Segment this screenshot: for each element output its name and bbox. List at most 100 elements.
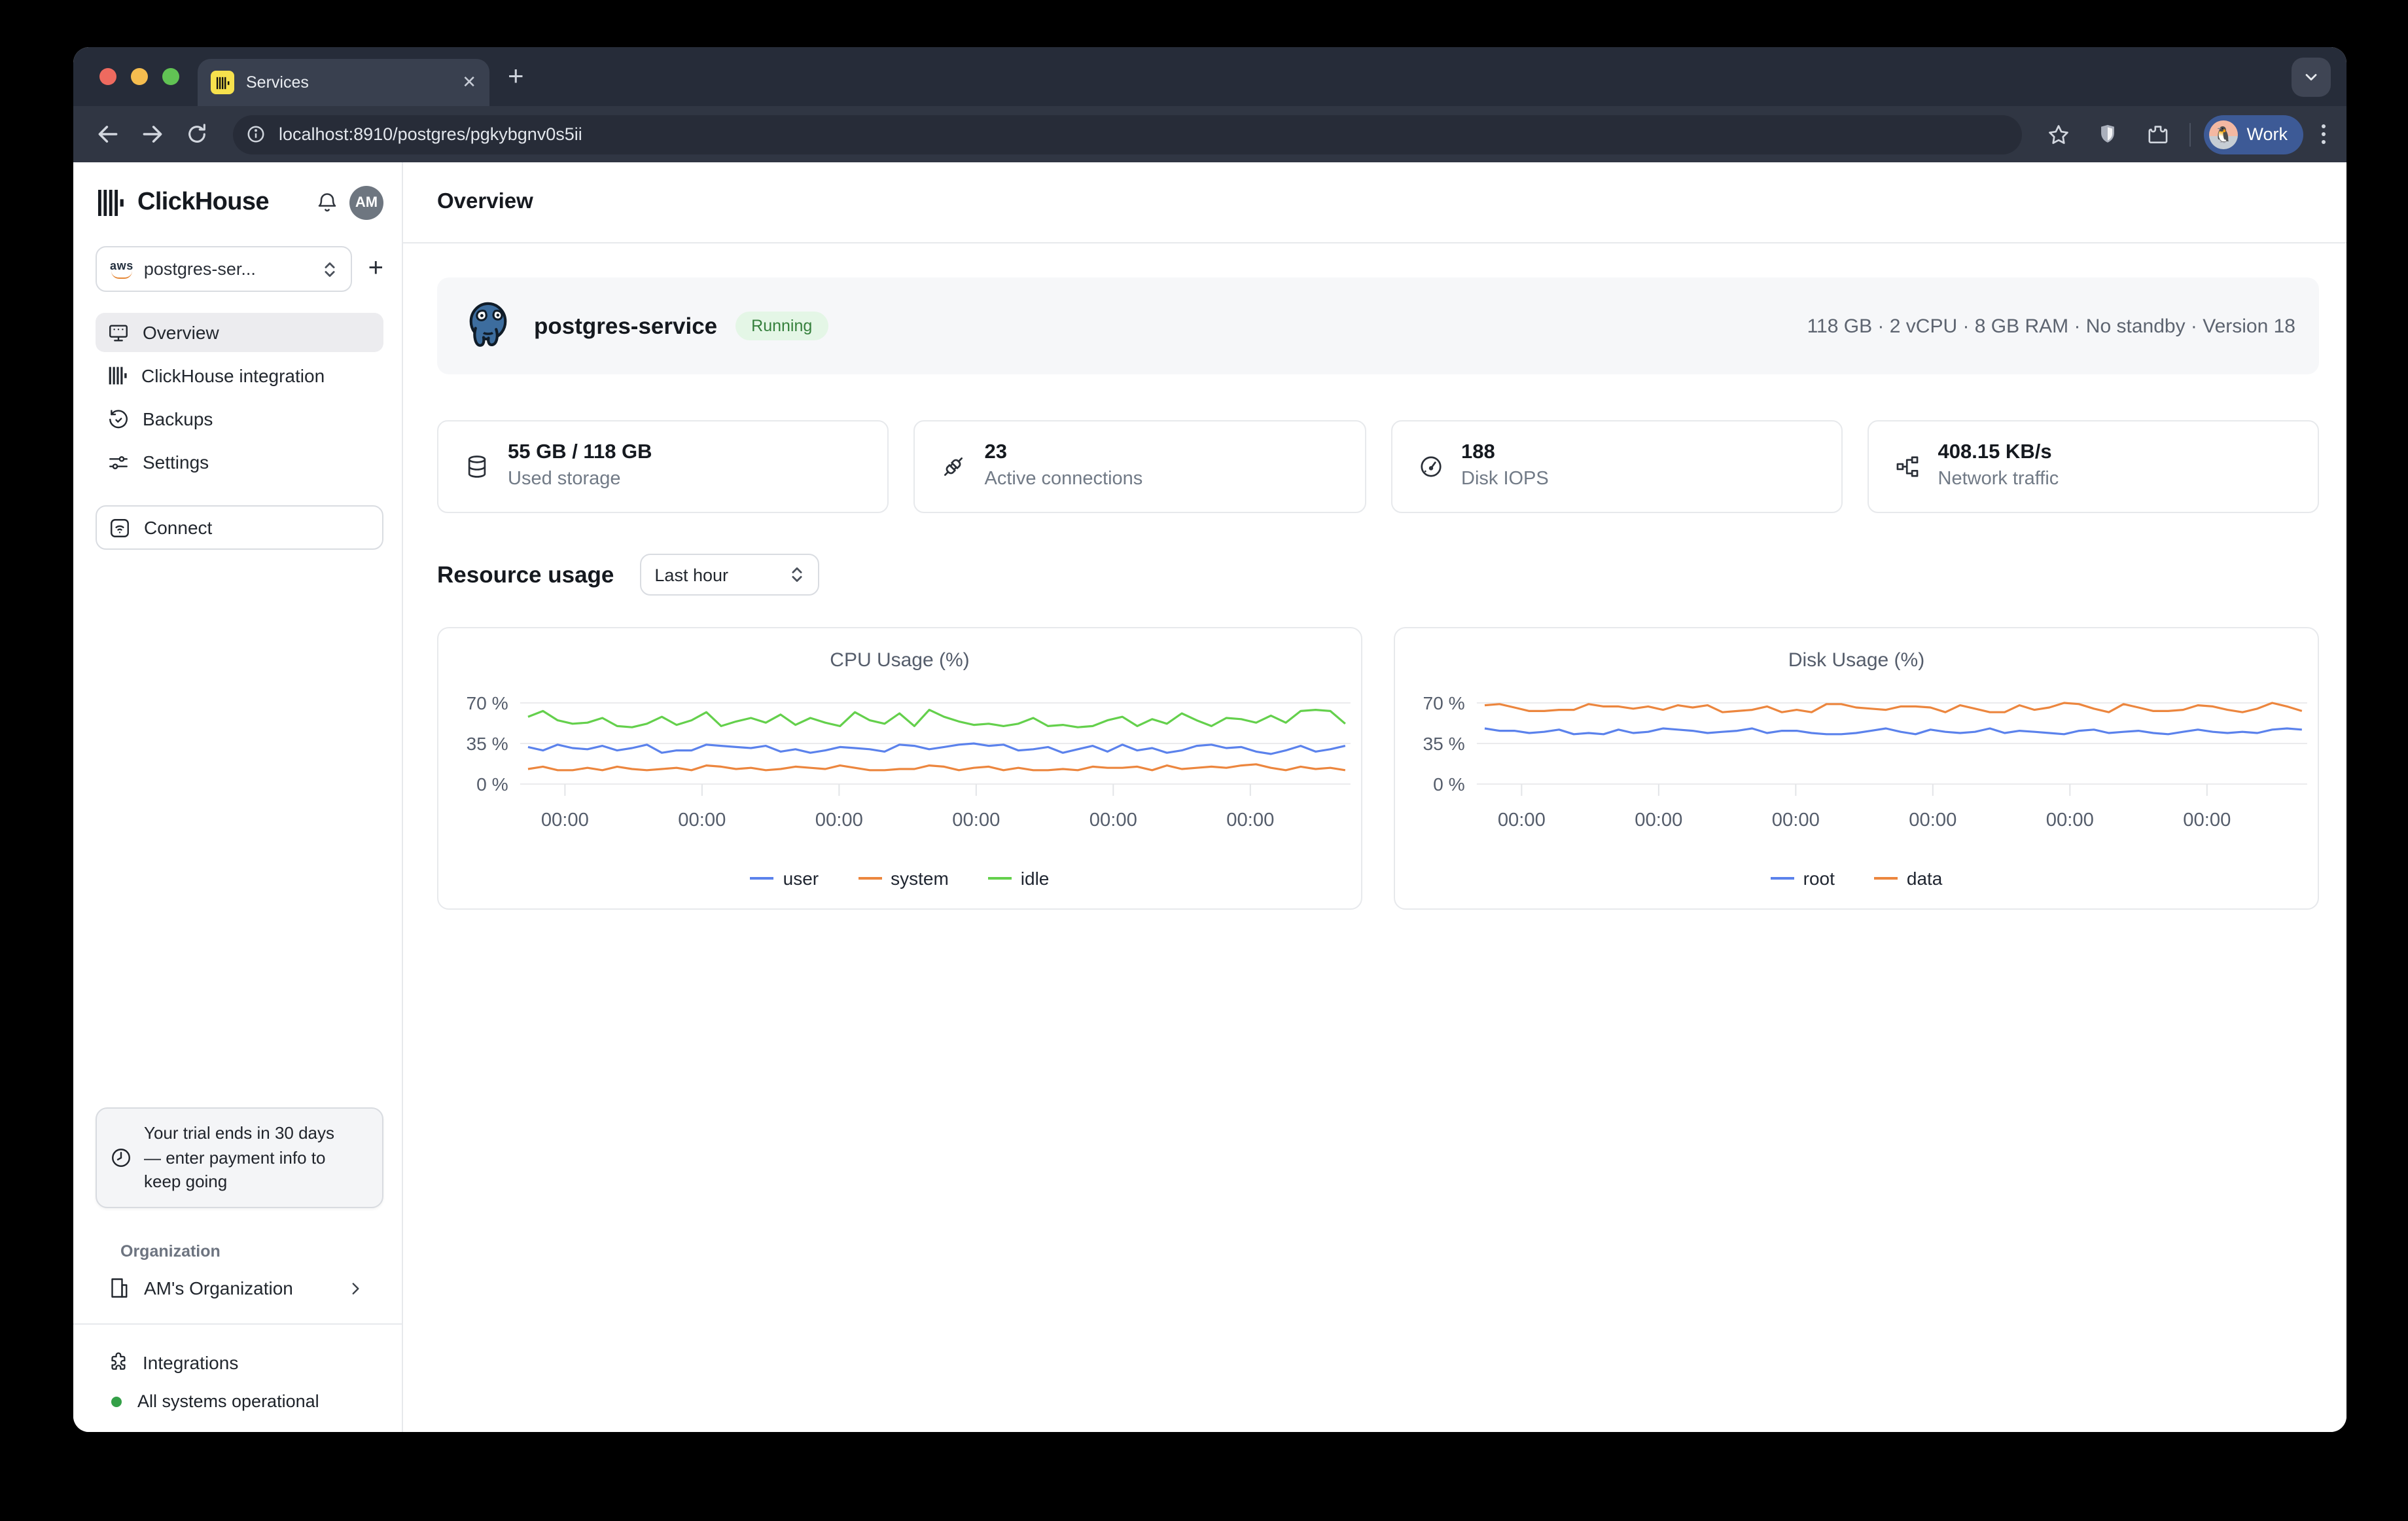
chevron-right-icon: [347, 1279, 364, 1297]
stat-label: Used storage: [508, 467, 652, 493]
svg-text:70 %: 70 %: [466, 693, 508, 713]
tab-close-icon[interactable]: ✕: [462, 72, 476, 93]
user-avatar[interactable]: AM: [349, 186, 383, 220]
charts-row: CPU Usage (%) 70 % 35 % 0 % 00:00 00:00 00:00…: [437, 627, 2319, 910]
legend-item-system: system: [858, 868, 949, 889]
svg-text:00:00: 00:00: [1089, 810, 1137, 831]
time-range-select[interactable]: Last hour: [640, 554, 819, 596]
svg-text:0 %: 0 %: [1433, 774, 1465, 795]
profile-avatar-penguin-icon: 🐧: [2208, 120, 2237, 149]
select-updown-icon: [323, 260, 338, 278]
service-selector-row: aws postgres-ser... +: [96, 246, 383, 292]
browser-menu-icon[interactable]: [2316, 124, 2331, 144]
stat-value: 408.15 KB/s: [1938, 440, 2059, 468]
shield-extension-icon[interactable]: [2089, 116, 2126, 152]
stat-value: 23: [985, 440, 1143, 468]
svg-text:00:00: 00:00: [2183, 810, 2231, 831]
time-range-value: Last hour: [654, 565, 789, 584]
stat-card-iops: 188Disk IOPS: [1390, 420, 1843, 513]
extensions-puzzle-icon[interactable]: [2139, 116, 2176, 152]
notifications-bell-icon[interactable]: [315, 191, 339, 215]
connect-button[interactable]: Connect: [96, 505, 383, 550]
chart-title: CPU Usage (%): [438, 649, 1361, 671]
site-info-icon[interactable]: [241, 120, 270, 149]
close-window-button[interactable]: [99, 68, 116, 85]
app-content: ClickHouse AM aws postgres-ser...: [73, 162, 2346, 1432]
minimize-window-button[interactable]: [131, 68, 148, 85]
sidebar-nav: Overview ClickHouse integration Backups: [96, 313, 383, 482]
integrations-link[interactable]: Integrations: [96, 1351, 380, 1373]
toolbar-divider: [2189, 122, 2190, 146]
page-topbar: Overview: [403, 162, 2346, 243]
select-updown-icon: [789, 565, 805, 584]
sidebar-item-overview[interactable]: Overview: [96, 313, 383, 352]
organization-section-label: Organization: [120, 1242, 402, 1261]
organization-row[interactable]: AM's Organization: [96, 1276, 376, 1300]
url-bar[interactable]: localhost:8910/postgres/pgkybgnv0s5ii: [233, 115, 2021, 154]
status-green-dot-icon: [111, 1396, 122, 1406]
desktop: Services ✕ + localhost:8910: [0, 0, 2408, 1521]
monitor-icon: [107, 321, 130, 344]
profile-name: Work: [2246, 124, 2288, 144]
stat-label: Disk IOPS: [1461, 467, 1549, 493]
system-status-row[interactable]: All systems operational: [96, 1391, 380, 1411]
status-text: All systems operational: [137, 1391, 319, 1411]
connect-label: Connect: [144, 517, 212, 538]
window-controls[interactable]: [99, 68, 179, 85]
puzzle-icon: [107, 1351, 130, 1373]
plug-icon: [942, 454, 966, 479]
legend-item-data: data: [1874, 868, 1943, 889]
svg-text:00:00: 00:00: [815, 810, 863, 831]
service-specs: 118 GB · 2 vCPU · 8 GB RAM · No standby …: [1807, 315, 2295, 337]
svg-text:35 %: 35 %: [466, 734, 508, 754]
stat-label: Network traffic: [1938, 467, 2059, 493]
browser-tab[interactable]: Services ✕: [198, 59, 489, 106]
sidebar-item-label: Settings: [143, 452, 209, 473]
aws-logo-icon: aws: [110, 260, 133, 278]
new-tab-button[interactable]: +: [508, 62, 524, 93]
add-service-button[interactable]: +: [368, 254, 383, 284]
tab-title: Services: [246, 73, 450, 92]
legend-item-root: root: [1771, 868, 1835, 889]
service-selector-value: postgres-ser...: [144, 259, 312, 279]
svg-text:00:00: 00:00: [2046, 810, 2094, 831]
svg-text:00:00: 00:00: [678, 810, 726, 831]
sidebar-item-settings[interactable]: Settings: [96, 442, 383, 482]
svg-text:00:00: 00:00: [541, 810, 589, 831]
stat-card-connections: 23Active connections: [914, 420, 1366, 513]
trial-notice: Your trial ends in 30 days — enter payme…: [96, 1108, 383, 1208]
sidebar-item-label: Overview: [143, 322, 219, 343]
stat-card-storage: 55 GB / 118 GBUsed storage: [437, 420, 889, 513]
tab-search-chevron-icon[interactable]: [2292, 58, 2331, 97]
chart-title: Disk Usage (%): [1395, 649, 2318, 671]
profile-chip[interactable]: 🐧 Work: [2203, 115, 2303, 154]
clickhouse-favicon-icon: [211, 71, 234, 94]
trial-notice-text: Your trial ends in 30 days — enter payme…: [144, 1122, 351, 1194]
url-text: localhost:8910/postgres/pgkybgnv0s5ii: [279, 124, 582, 144]
svg-text:00:00: 00:00: [952, 810, 1000, 831]
reload-icon[interactable]: [178, 116, 215, 152]
status-badge: Running: [735, 312, 828, 340]
legend-item-user: user: [751, 868, 819, 889]
service-banner: postgres-service Running 118 GB · 2 vCPU…: [437, 277, 2319, 374]
stat-cards: 55 GB / 118 GBUsed storage 23Active conn…: [437, 420, 2319, 513]
forward-icon[interactable]: [133, 116, 170, 152]
sidebar-item-clickhouse-integration[interactable]: ClickHouse integration: [96, 356, 383, 395]
clickhouse-bars-icon: [107, 365, 128, 386]
stat-value: 188: [1461, 440, 1549, 468]
bookmark-star-icon[interactable]: [2040, 116, 2076, 152]
zoom-window-button[interactable]: [162, 68, 179, 85]
building-icon: [107, 1276, 131, 1300]
stat-label: Active connections: [985, 467, 1143, 493]
service-selector[interactable]: aws postgres-ser...: [96, 246, 353, 292]
sidebar-item-backups[interactable]: Backups: [96, 399, 383, 438]
network-icon: [1895, 454, 1920, 479]
back-icon[interactable]: [89, 116, 126, 152]
main-panel: Overview: [403, 162, 2346, 1432]
browser-window: Services ✕ + localhost:8910: [73, 47, 2346, 1432]
svg-text:00:00: 00:00: [1498, 810, 1546, 831]
svg-text:00:00: 00:00: [1226, 810, 1274, 831]
page-title: Overview: [437, 190, 533, 215]
svg-text:35 %: 35 %: [1423, 734, 1464, 754]
browser-tab-bar: Services ✕ +: [73, 47, 2346, 106]
